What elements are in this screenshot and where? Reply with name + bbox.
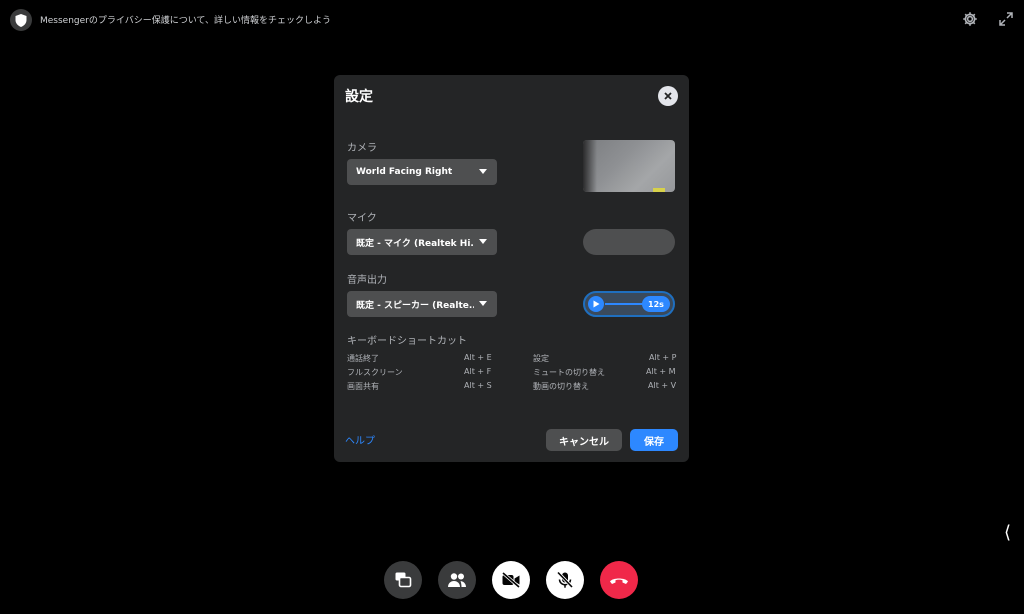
camera-off-icon [501,572,521,588]
caret-down-icon [479,301,487,306]
close-button[interactable] [658,86,678,106]
caret-down-icon [479,239,487,244]
settings-button[interactable] [961,10,979,28]
participants-icon [448,573,466,587]
shortcut-name: 画面共有 [347,382,379,391]
gear-icon [963,12,977,26]
camera-select[interactable]: World Facing Right [347,159,497,185]
play-icon [593,300,599,308]
chevron-left-icon[interactable]: ⟨ [1004,522,1011,543]
speaker-label: 音声出力 [347,275,387,286]
privacy-shield-button[interactable] [10,9,32,31]
settings-dialog: 設定 カメラ World Facing Right マイク 既定 - マイク (… [334,75,689,462]
end-call-button[interactable] [600,561,638,599]
camera-preview [583,140,675,192]
play-button[interactable] [588,296,604,312]
fullscreen-button[interactable] [997,10,1015,28]
camera-select-value: World Facing Right [356,167,453,177]
help-link[interactable]: ヘルプ [345,432,375,447]
end-call-icon [610,578,628,584]
camera-toggle-button[interactable] [492,561,530,599]
mic-level-meter [583,229,675,255]
shield-icon [15,13,27,27]
caret-down-icon [479,169,487,174]
privacy-notice-link[interactable]: Messengerのプライバシー保護について、詳しい情報をチェックしよう [40,13,331,26]
shortcut-key: Alt + E [464,353,492,362]
cancel-button[interactable]: キャンセル [546,429,622,451]
dialog-title: 設定 [345,89,373,105]
mic-select[interactable]: 既定 - マイク (Realtek Hi... [347,229,497,255]
shortcut-key: Alt + S [464,381,492,390]
shortcut-name: ミュートの切り替え [533,368,605,377]
expand-icon [999,12,1013,26]
shortcut-key: Alt + F [464,367,492,376]
speaker-select[interactable]: 既定 - スピーカー (Realte... [347,291,497,317]
speaker-test-player: 12s [583,291,675,317]
camera-label: カメラ [347,143,377,154]
shortcut-key: Alt + P [649,353,677,362]
shortcuts-title: キーボードショートカット [347,336,467,347]
mic-toggle-button[interactable] [546,561,584,599]
screen-share-button[interactable] [384,561,422,599]
screen-share-icon [395,572,412,588]
shortcut-name: フルスクリーン [347,368,403,377]
participants-button[interactable] [438,561,476,599]
close-icon [664,92,672,100]
shortcut-key: Alt + M [646,367,676,376]
speaker-select-value: 既定 - スピーカー (Realte... [356,300,474,311]
shortcut-name: 設定 [533,354,549,363]
shortcut-name: 動画の切り替え [533,382,589,391]
mic-label: マイク [347,213,377,224]
save-button[interactable]: 保存 [630,429,678,451]
mic-select-value: 既定 - マイク (Realtek Hi... [356,238,474,249]
shortcut-key: Alt + V [648,381,677,390]
progress-track[interactable] [605,303,645,305]
mic-off-icon [556,571,574,589]
test-duration: 12s [642,296,670,312]
shortcut-name: 通話終了 [347,354,379,363]
